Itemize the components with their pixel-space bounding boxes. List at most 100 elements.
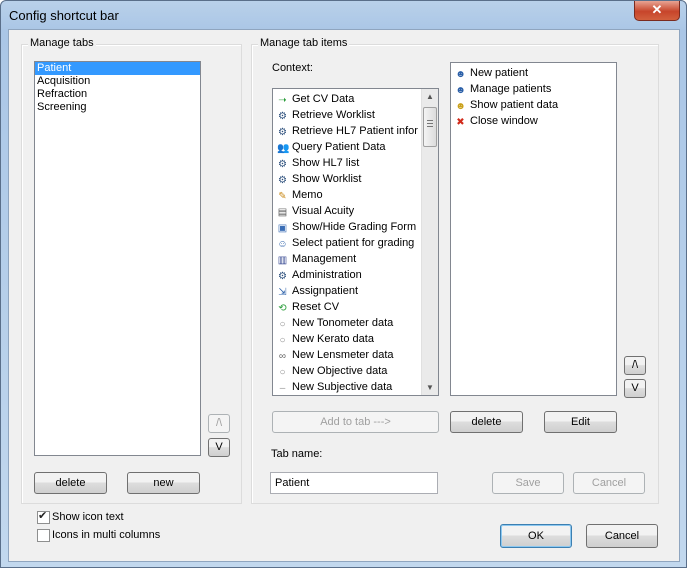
pencil-icon: ✎ <box>278 191 287 202</box>
tab-item-label: Close window <box>470 115 538 127</box>
tab-list-item[interactable]: Screening <box>35 101 200 114</box>
tab-item[interactable]: ☻ New patient <box>451 65 616 81</box>
user-add-icon: ☻ <box>455 69 466 80</box>
show-icon-text-checkbox[interactable]: ✔ <box>37 510 50 524</box>
gear-icon: ⚙ <box>278 159 287 170</box>
scroll-down-arrow-icon[interactable]: ▼ <box>426 383 434 392</box>
context-list-item[interactable]: ▥ Management <box>273 251 438 267</box>
context-list-item[interactable]: ⚙ Retrieve HL7 Patient infor <box>273 123 438 139</box>
tab-list-item[interactable]: Acquisition <box>35 75 200 88</box>
checkmark-icon: ✔ <box>38 510 48 522</box>
tab-item[interactable]: ✖ Close window <box>451 113 616 129</box>
context-list-item-label: Select patient for grading <box>292 237 415 249</box>
cancel-button[interactable]: Cancel <box>586 524 658 548</box>
lens-icon: ∞ <box>278 351 287 362</box>
assign-icon: ⇲ <box>278 287 287 298</box>
tab-move-up-button[interactable]: /\ <box>208 414 230 433</box>
edit-item-label: Edit <box>571 416 590 428</box>
scroll-thumb[interactable] <box>423 107 437 147</box>
delete-tab-label: delete <box>55 477 86 489</box>
context-list-item[interactable]: ▣ Show/Hide Grading Form <box>273 219 438 235</box>
chart-icon: ▤ <box>277 207 288 218</box>
gear-icon: ⚙ <box>278 175 287 186</box>
tab-item-label: Manage patients <box>470 83 552 95</box>
scroll-up-arrow-icon[interactable]: ▲ <box>426 92 434 101</box>
context-list-item[interactable]: ○ New Objective data <box>273 363 438 379</box>
tab-item-label: Show patient data <box>470 99 559 111</box>
title-bar[interactable]: Config shortcut bar ✕ <box>1 1 686 29</box>
context-list-item[interactable]: ∞ New Lensmeter data <box>273 347 438 363</box>
context-list-item-label: Visual Acuity <box>292 205 355 217</box>
context-list-item-label: Query Patient Data <box>292 141 386 153</box>
close-icon: ✕ <box>651 2 663 17</box>
close-window-button[interactable]: ✕ <box>634 1 680 21</box>
user-list-icon: ☻ <box>455 85 466 96</box>
context-list-item[interactable]: ○ New Kerato data <box>273 331 438 347</box>
item-move-down-button[interactable]: V <box>624 379 646 398</box>
icons-multi-columns-label: Icons in multi columns <box>52 529 161 541</box>
add-to-tab-button[interactable]: Add to tab ---> <box>272 411 439 433</box>
save-label: Save <box>515 477 541 489</box>
dash-icon: – <box>279 383 286 394</box>
new-tab-button[interactable]: new <box>127 472 200 494</box>
context-list-item-label: New Subjective data <box>292 381 393 393</box>
book-icon: ▥ <box>277 255 288 266</box>
context-list-item[interactable]: ▤ Visual Acuity <box>273 203 438 219</box>
ok-button[interactable]: OK <box>500 524 572 548</box>
delete-tab-button[interactable]: delete <box>34 472 107 494</box>
item-up-label: /\ <box>631 359 639 371</box>
context-list-item-label: Reset CV <box>292 301 340 313</box>
circle-icon: ○ <box>279 319 286 330</box>
icons-multi-columns-checkbox[interactable] <box>37 529 50 542</box>
manage-tabs-title: Manage tabs <box>28 37 96 49</box>
cancel-tab-label: Cancel <box>591 477 627 489</box>
context-label: Context: <box>272 62 313 74</box>
context-list-item-label: Show Worklist <box>292 173 362 185</box>
context-list-item[interactable]: ⚙ Show Worklist <box>273 171 438 187</box>
context-list-item[interactable]: ➝ Get CV Data <box>273 91 438 107</box>
context-list-item-label: New Tonometer data <box>292 317 394 329</box>
window-title: Config shortcut bar <box>9 8 119 23</box>
reset-icon: ⟲ <box>278 303 287 314</box>
item-move-up-button[interactable]: /\ <box>624 356 646 375</box>
tab-item[interactable]: ☻ Manage patients <box>451 81 616 97</box>
manage-tabs-group: Manage tabs Patient Acquisition Refraction… <box>21 37 242 504</box>
context-list-item[interactable]: ⟲ Reset CV <box>273 299 438 315</box>
context-list-item[interactable]: ⚙ Retrieve Worklist <box>273 107 438 123</box>
context-list-item[interactable]: ⇲ Assignpatient <box>273 283 438 299</box>
context-scrollbar[interactable]: ▲ ▼ <box>421 89 438 395</box>
tab-name-input[interactable]: Patient <box>270 472 438 494</box>
gear-icon: ⚙ <box>278 111 287 122</box>
manage-tab-items-group: Manage tab items Context: ➝ Get CV Data ⚙ R… <box>251 37 659 504</box>
context-list-item[interactable]: 👥 Query Patient Data <box>273 139 438 155</box>
context-list-item[interactable]: ⚙ Administration <box>273 267 438 283</box>
edit-item-button[interactable]: Edit <box>544 411 617 433</box>
context-list-item[interactable]: ✎ Memo <box>273 187 438 203</box>
arrow-right-icon: ➝ <box>278 95 287 106</box>
tab-list-item[interactable]: Refraction <box>35 88 200 101</box>
users-icon: 👥 <box>277 143 290 154</box>
delete-item-button[interactable]: delete <box>450 411 523 433</box>
cancel-tab-button[interactable]: Cancel <box>573 472 645 494</box>
context-list-item[interactable]: ○ New Tonometer data <box>273 315 438 331</box>
context-list[interactable]: ➝ Get CV Data ⚙ Retrieve Worklist ⚙ Retrieve … <box>272 88 439 396</box>
tab-list-item[interactable]: Patient <box>35 62 200 75</box>
show-icon-text-label: Show icon text <box>52 511 124 523</box>
tab-up-label: /\ <box>215 417 223 429</box>
context-list-item-label: Get CV Data <box>292 93 355 105</box>
save-button[interactable]: Save <box>492 472 564 494</box>
context-list-item[interactable]: ⚙ Show HL7 list <box>273 155 438 171</box>
tab-items-list[interactable]: ☻ New patient ☻ Manage patients ☻ Show patien… <box>450 62 617 396</box>
context-list-item[interactable]: – New Subjective data <box>273 379 438 395</box>
tab-move-down-button[interactable]: V <box>208 438 230 457</box>
context-list-item[interactable]: ☺ Select patient for grading <box>273 235 438 251</box>
tab-item-label: New patient <box>470 67 529 79</box>
context-list-item-label: Administration <box>292 269 362 281</box>
dialog-window: Config shortcut bar ✕ Manage tabs Patien… <box>0 0 687 568</box>
tab-down-label: V <box>215 441 223 453</box>
tabs-list[interactable]: Patient Acquisition Refraction Screening <box>34 61 201 456</box>
tab-item[interactable]: ☻ Show patient data <box>451 97 616 113</box>
user-icon: ☺ <box>277 239 288 250</box>
item-down-label: V <box>631 382 639 394</box>
context-list-item-label: Show HL7 list <box>292 157 360 169</box>
